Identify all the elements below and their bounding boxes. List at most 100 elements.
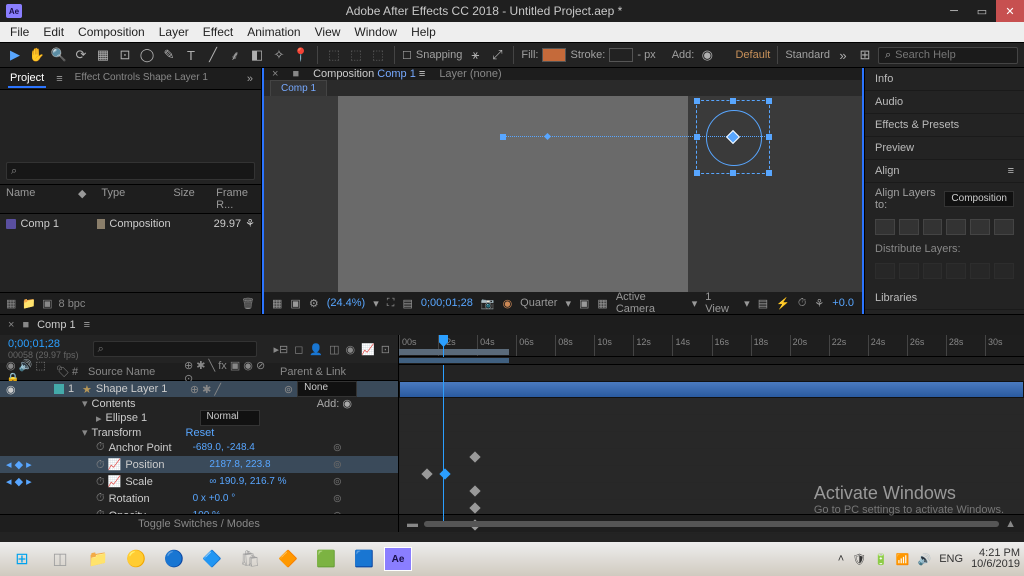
ae-taskbar-icon[interactable]: Ae xyxy=(384,547,412,571)
shape-tool-icon[interactable]: ◯ xyxy=(138,46,156,64)
align-bottom-icon[interactable] xyxy=(994,219,1014,235)
contents-row[interactable]: ▾Contents Add: ◉ xyxy=(0,397,398,410)
snapping-checkbox[interactable]: ☐ Snapping xyxy=(402,49,462,62)
align-top-icon[interactable] xyxy=(946,219,966,235)
panel-more-icon[interactable]: » xyxy=(247,73,253,85)
tray-date[interactable]: 10/6/2019 xyxy=(971,559,1020,570)
project-tab[interactable]: Project xyxy=(8,70,46,88)
clone-tool-icon[interactable]: ⸙ xyxy=(226,46,244,64)
nav-slider[interactable] xyxy=(424,521,999,527)
shape-bbox[interactable] xyxy=(696,100,770,174)
layer-bar[interactable] xyxy=(399,381,1024,398)
panel-menu-icon[interactable]: ≡ xyxy=(56,73,62,85)
tray-power-icon[interactable]: 🔋 xyxy=(874,553,888,566)
panel-close-icon[interactable]: × xyxy=(272,68,278,80)
word-icon[interactable]: 🟦 xyxy=(346,545,382,573)
minimize-button[interactable]: ─ xyxy=(940,0,968,22)
workspace-more-icon[interactable]: » xyxy=(834,46,852,64)
flow-icon[interactable]: ⚘ xyxy=(814,297,824,310)
panel-menu-icon[interactable]: ≡ xyxy=(1008,165,1014,177)
draft3d-icon[interactable]: ◻ xyxy=(294,343,303,356)
align-panel-header[interactable]: Align≡ xyxy=(865,160,1024,183)
snap-opt2-icon[interactable]: ⤢ xyxy=(488,46,506,64)
tray-battery-icon[interactable]: 🛡 xyxy=(852,553,866,566)
frame-blend-icon[interactable]: ◫ xyxy=(329,343,339,356)
zoom-tool-icon[interactable]: 🔍 xyxy=(50,46,68,64)
blend-mode-select[interactable]: Normal xyxy=(200,410,260,426)
col-type[interactable]: Type xyxy=(101,187,169,211)
camera-tool-icon[interactable]: ▦ xyxy=(94,46,112,64)
trash-icon[interactable]: 🗑 xyxy=(241,297,255,310)
view-select[interactable]: 1 View xyxy=(705,291,736,315)
interpret-icon[interactable]: ▦ xyxy=(6,297,16,310)
chrome-icon[interactable]: 🟡 xyxy=(118,545,154,573)
col-size[interactable]: Size xyxy=(173,187,212,211)
visibility-icon[interactable]: ◉ xyxy=(6,383,16,396)
col-parent[interactable]: Parent & Link xyxy=(280,366,350,378)
tray-up-icon[interactable]: ˄ xyxy=(838,553,844,565)
pan-behind-tool-icon[interactable]: ⊡ xyxy=(116,46,134,64)
toggle-switches[interactable]: Toggle Switches / Modes xyxy=(138,518,260,530)
view-axis-icon[interactable]: ⬚ xyxy=(369,46,387,64)
align-vcenter-icon[interactable] xyxy=(970,219,990,235)
col-name[interactable]: Name xyxy=(6,187,74,211)
search-help[interactable]: ⌕ Search Help xyxy=(878,47,1018,64)
reset-link[interactable]: Reset xyxy=(186,427,215,439)
explorer-icon[interactable]: 📁 xyxy=(80,545,116,573)
comp-subtab[interactable]: Comp 1 xyxy=(270,80,327,96)
ellipse-row[interactable]: ▸Ellipse 1 Normal xyxy=(0,410,398,426)
menu-view[interactable]: View xyxy=(309,23,347,41)
edge-icon[interactable]: 🔷 xyxy=(194,545,230,573)
col-framerate[interactable]: Frame R... xyxy=(216,187,255,211)
menu-composition[interactable]: Composition xyxy=(72,23,151,41)
zoom-value[interactable]: (24.4%) xyxy=(327,297,366,309)
work-area[interactable] xyxy=(399,349,509,355)
prop-row-opacity[interactable]: ⏱ Opacity 100 % ⊚ xyxy=(0,507,398,514)
brainstorm-icon[interactable]: ⊡ xyxy=(381,343,390,356)
col-source-name[interactable]: Source Name xyxy=(88,366,178,378)
project-item-comp1[interactable]: Comp 1 Composition 29.97 ⚘ xyxy=(0,214,261,233)
workspace-standard[interactable]: Standard xyxy=(785,49,830,61)
menu-file[interactable]: File xyxy=(4,23,35,41)
pixel-ar-icon[interactable]: ▤ xyxy=(758,297,768,310)
puppet-tool-icon[interactable]: 📍 xyxy=(292,46,310,64)
libraries-panel[interactable]: Libraries xyxy=(865,287,1024,310)
tl-menu-icon[interactable]: ≡ xyxy=(84,319,90,331)
store-icon[interactable]: 🛍 xyxy=(232,545,268,573)
preview-panel[interactable]: Preview xyxy=(865,137,1024,160)
col-tag[interactable]: ◆ xyxy=(78,187,97,211)
timeline-icon[interactable]: ⏱ xyxy=(798,297,807,310)
type-tool-icon[interactable]: T xyxy=(182,46,200,64)
layer-row-shape1[interactable]: ◉ 1 ★ Shape Layer 1 ⊕ ✱ ╱ ⊚ None xyxy=(0,381,398,397)
align-to-select[interactable]: Composition xyxy=(944,191,1014,207)
info-panel[interactable]: Info xyxy=(865,68,1024,91)
panel-lock-icon[interactable]: ■ xyxy=(292,68,299,80)
prop-row-rotation[interactable]: ⏱ Rotation 0 x +0.0 ° ⊚ xyxy=(0,490,398,507)
eraser-tool-icon[interactable]: ◧ xyxy=(248,46,266,64)
fill-swatch[interactable] xyxy=(542,48,566,62)
pen-tool-icon[interactable]: ✎ xyxy=(160,46,178,64)
align-left-icon[interactable] xyxy=(875,219,895,235)
menu-edit[interactable]: Edit xyxy=(37,23,70,41)
stroke-swatch[interactable] xyxy=(609,48,633,62)
project-search[interactable]: ⌕ xyxy=(6,162,255,180)
local-axis-icon[interactable]: ⬚ xyxy=(325,46,343,64)
current-time[interactable]: 0;00;01;28 xyxy=(8,338,79,350)
label-swatch[interactable] xyxy=(54,384,64,394)
new-comp-icon[interactable]: ▣ xyxy=(42,297,52,310)
snapshot-icon[interactable]: 📷 xyxy=(481,297,495,310)
menu-animation[interactable]: Animation xyxy=(241,23,306,41)
layer-tab[interactable]: Layer (none) xyxy=(439,68,501,80)
tl-search[interactable]: ⌕ xyxy=(93,341,258,357)
world-axis-icon[interactable]: ⬚ xyxy=(347,46,365,64)
menu-layer[interactable]: Layer xyxy=(153,23,195,41)
camera-select[interactable]: Active Camera xyxy=(616,291,684,315)
align-right-icon[interactable] xyxy=(923,219,943,235)
composition-tab[interactable]: Composition Comp 1 ≡ xyxy=(313,68,425,80)
tray-vol-icon[interactable]: 🔊 xyxy=(918,553,932,566)
hand-tool-icon[interactable]: ✋ xyxy=(28,46,46,64)
add-menu-icon[interactable]: ◉ xyxy=(698,46,716,64)
menu-help[interactable]: Help xyxy=(405,23,442,41)
graph-editor-icon[interactable]: 📈 xyxy=(361,343,375,356)
tray-lang[interactable]: ENG xyxy=(939,553,963,565)
